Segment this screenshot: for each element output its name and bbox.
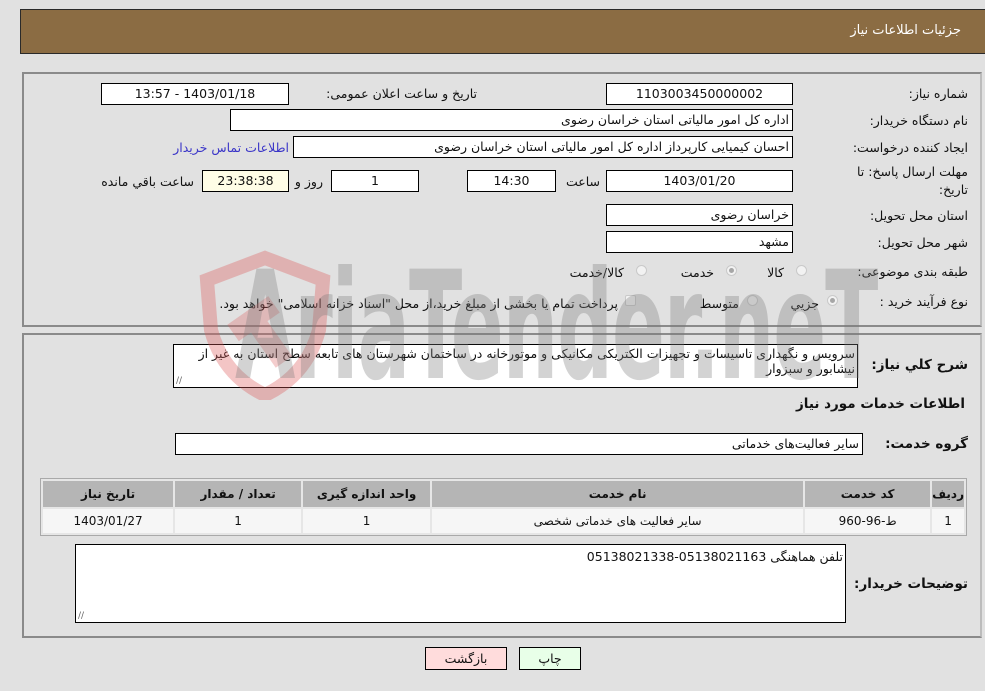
description-text: سرویس و نگهداری تاسیسات و تجهیزات الکتری… <box>198 346 855 376</box>
deadline-time-field[interactable]: 14:30 <box>467 170 556 192</box>
category-radio-goods[interactable] <box>796 265 807 276</box>
buyer-contact-link[interactable]: اطلاعات تماس خریدار <box>173 140 289 155</box>
cell-code: ط-96-960 <box>805 509 931 533</box>
services-section-title: اطلاعات خدمات مورد نیاز <box>795 396 965 412</box>
cell-name: سایر فعالیت های خدماتی شخصی <box>432 509 804 533</box>
city-label: شهر محل تحویل: <box>877 235 968 250</box>
need-number-field[interactable]: 1103003450000002 <box>606 83 793 105</box>
cell-row-no: 1 <box>932 509 964 533</box>
buyer-org-label: نام دستگاه خریدار: <box>869 113 968 128</box>
resize-grip-icon[interactable]: ∕∕ <box>176 377 182 386</box>
description-label: شرح کلي نیاز: <box>871 357 968 373</box>
service-group-label: گروه خدمت: <box>885 436 968 452</box>
category-option-goods-service-label: کالا/خدمت <box>569 265 624 280</box>
days-label: روز و <box>294 174 323 189</box>
buyer-notes-textarea[interactable]: تلفن هماهنگی 05138021163-05138021338 ∕∕ <box>75 544 846 623</box>
category-option-goods-label: کالا <box>767 265 784 280</box>
back-button[interactable]: بازگشت <box>425 647 507 670</box>
column-header-need-date: تاریخ نیاز <box>43 481 174 507</box>
buyer-org-field[interactable]: اداره کل امور مالیاتی استان خراسان رضوی <box>230 109 793 131</box>
category-radio-goods-service[interactable] <box>636 265 647 276</box>
requester-label: ایجاد کننده درخواست: <box>852 140 968 155</box>
city-field[interactable]: مشهد <box>606 231 793 253</box>
column-header-quantity: تعداد / مقدار <box>175 481 302 507</box>
deadline-date-field[interactable]: 1403/01/20 <box>606 170 793 192</box>
column-header-row-no: ردیف <box>932 481 964 507</box>
description-textarea[interactable]: سرویس و نگهداری تاسیسات و تجهیزات الکتری… <box>173 344 858 388</box>
buyer-notes-text: تلفن هماهنگی 05138021163-05138021338 <box>586 549 843 564</box>
table-header-row: ردیف کد خدمت نام خدمت واحد اندازه گیری ت… <box>43 481 964 507</box>
category-radio-service[interactable] <box>726 265 737 276</box>
cell-unit: 1 <box>303 509 431 533</box>
process-option-medium-label: متوسط <box>699 296 739 311</box>
print-button[interactable]: چاپ <box>519 647 581 670</box>
announce-datetime-label: تاریخ و ساعت اعلان عمومی: <box>326 86 477 101</box>
treasury-checkbox-label: پرداخت تمام یا بخشی از مبلغ خرید،از محل … <box>219 296 618 311</box>
process-label: نوع فرآیند خرید : <box>879 294 968 309</box>
column-header-code: کد خدمت <box>805 481 931 507</box>
province-field[interactable]: خراسان رضوی <box>606 204 793 226</box>
process-radio-medium[interactable] <box>747 295 758 306</box>
requester-field[interactable]: احسان کیمیایی کارپرداز اداره کل امور مال… <box>293 136 793 158</box>
treasury-checkbox[interactable] <box>625 295 636 306</box>
table-row: 1 ط-96-960 سایر فعالیت های خدماتی شخصی 1… <box>43 509 964 533</box>
deadline-label-line2: تاریخ: <box>938 182 968 197</box>
services-table: ردیف کد خدمت نام خدمت واحد اندازه گیری ت… <box>40 478 967 536</box>
deadline-label-line1: مهلت ارسال پاسخ: تا <box>857 164 968 179</box>
category-label: طبقه بندی موضوعی: <box>857 264 968 279</box>
page-title: جزئیات اطلاعات نیاز <box>850 23 961 38</box>
column-header-name: نام خدمت <box>432 481 804 507</box>
cell-need-date: 1403/01/27 <box>43 509 174 533</box>
cell-quantity: 1 <box>175 509 302 533</box>
service-group-field[interactable]: سایر فعالیت‌های خدماتی <box>175 433 863 455</box>
process-radio-minor[interactable] <box>827 295 838 306</box>
process-option-minor-label: جزيي <box>790 296 819 311</box>
category-option-service-label: خدمت <box>680 265 714 280</box>
remaining-time-label: ساعت باقي مانده <box>101 174 194 189</box>
buyer-notes-label: توضیحات خریدار: <box>854 576 968 592</box>
remaining-time-field[interactable]: 23:38:38 <box>202 170 289 192</box>
province-label: استان محل تحویل: <box>869 208 968 223</box>
column-header-unit: واحد اندازه گیری <box>303 481 431 507</box>
announce-datetime-field[interactable]: 1403/01/18 - 13:57 <box>101 83 289 105</box>
remaining-days-field[interactable]: 1 <box>331 170 419 192</box>
deadline-time-label: ساعت <box>565 174 600 189</box>
need-number-label: شماره نیاز: <box>908 86 968 101</box>
page-header: جزئیات اطلاعات نیاز <box>20 9 985 54</box>
resize-grip-icon[interactable]: ∕∕ <box>78 612 84 621</box>
